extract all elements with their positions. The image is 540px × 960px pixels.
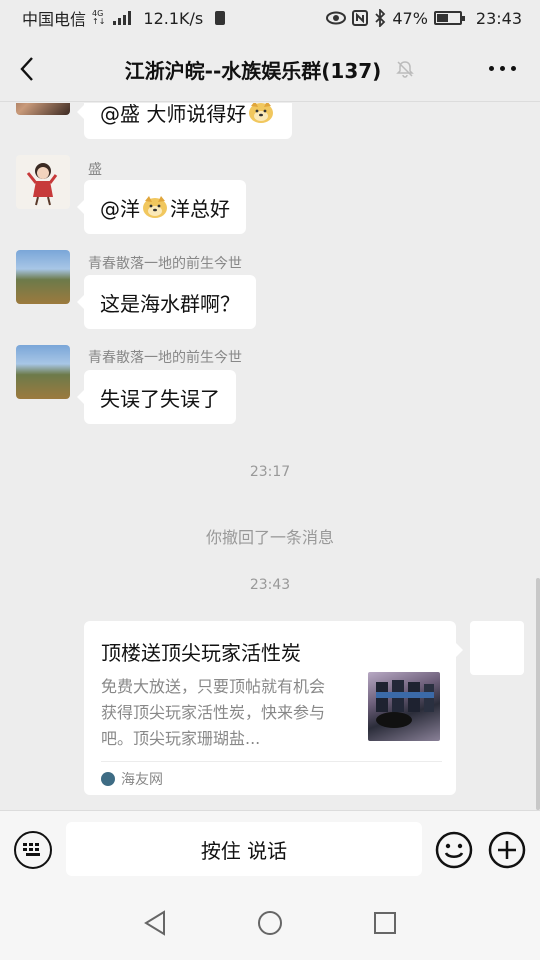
back-nav-icon[interactable] bbox=[142, 910, 168, 936]
clock: 23:43 bbox=[475, 8, 522, 28]
home-nav-icon[interactable] bbox=[257, 910, 283, 936]
message-timestamp: 23:43 bbox=[249, 577, 291, 593]
message-bubble[interactable]: @洋 洋总好 bbox=[77, 180, 246, 234]
battery-icon bbox=[433, 11, 465, 25]
chat-title: 江浙沪皖--水族娱乐群(137) bbox=[124, 58, 382, 83]
card-title: 顶楼送顶尖玩家活性炭 bbox=[101, 641, 301, 665]
sender-avatar[interactable] bbox=[16, 155, 70, 209]
network-type-icon: 4G ↑↓ bbox=[92, 9, 106, 26]
message-list[interactable]: @盛 大师说得好 盛 @洋 洋总好 青春散落一地的前生今世 这是海水群啊？ 青春… bbox=[0, 103, 540, 810]
system-navigation-bar bbox=[0, 890, 540, 960]
back-icon[interactable] bbox=[0, 36, 54, 102]
sender-avatar[interactable] bbox=[16, 103, 70, 115]
sender-avatar[interactable] bbox=[16, 345, 70, 399]
message-bubble[interactable]: 这是海水群啊？ bbox=[77, 275, 256, 329]
signal-strength-icon bbox=[113, 11, 132, 25]
network-speed: 12.1K/s bbox=[143, 8, 204, 28]
doge-emoji-icon bbox=[249, 103, 274, 123]
recall-notice[interactable]: 你撤回了一条消息 bbox=[0, 524, 540, 548]
more-options-icon[interactable] bbox=[489, 66, 516, 71]
keyboard-icon[interactable] bbox=[14, 831, 52, 869]
self-avatar[interactable] bbox=[470, 621, 524, 675]
divider bbox=[101, 761, 442, 762]
sender-name: 青春散落一地的前生今世 bbox=[88, 256, 242, 272]
message-bubble[interactable]: 失误了失误了 bbox=[77, 370, 236, 424]
nfc-icon bbox=[352, 10, 369, 26]
bluetooth-icon bbox=[375, 9, 386, 27]
card-thumbnail bbox=[368, 672, 440, 741]
scrollbar[interactable] bbox=[536, 578, 540, 810]
source-logo-icon bbox=[101, 772, 115, 786]
card-description: 免费大放送，只要顶帖就有机会获得顶尖玩家活性炭，快来参与吧。顶尖玩家珊瑚盐... bbox=[101, 677, 326, 748]
add-more-icon[interactable] bbox=[488, 831, 526, 869]
carrier-name: 中国电信 bbox=[22, 10, 87, 29]
emoji-icon[interactable] bbox=[435, 831, 473, 869]
eye-icon bbox=[326, 11, 347, 25]
battery-percent: 47% bbox=[392, 8, 428, 28]
shared-link-card[interactable]: 顶楼送顶尖玩家活性炭 免费大放送，只要顶帖就有机会获得顶尖玩家活性炭，快来参与吧… bbox=[84, 621, 463, 795]
card-source: 海友网 bbox=[121, 772, 163, 788]
message-timestamp: 23:17 bbox=[249, 464, 291, 480]
input-bar: 按住 说话 bbox=[0, 810, 540, 890]
sender-name: 盛 bbox=[88, 162, 102, 178]
mute-notifications-icon bbox=[396, 61, 415, 78]
sender-avatar[interactable] bbox=[16, 250, 70, 304]
recents-nav-icon[interactable] bbox=[373, 911, 397, 935]
chat-header: 江浙沪皖--水族娱乐群(137) bbox=[0, 36, 540, 102]
message-bubble[interactable]: @盛 大师说得好 bbox=[76, 103, 293, 139]
sender-name: 青春散落一地的前生今世 bbox=[88, 350, 242, 366]
hold-to-talk-button[interactable]: 按住 说话 bbox=[66, 822, 422, 876]
status-bar: 中国电信 4G ↑↓ 12.1K/s 47% 23:43 bbox=[0, 0, 540, 36]
doge-emoji-icon bbox=[143, 196, 167, 218]
lock-icon bbox=[215, 11, 226, 25]
